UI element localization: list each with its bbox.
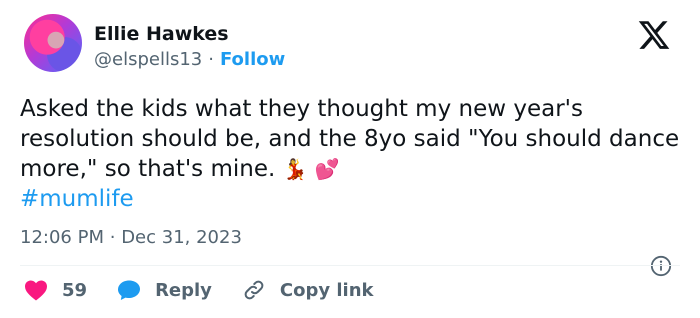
dancer-emoji: 💃 <box>282 157 308 181</box>
tweet-date: Dec 31, 2023 <box>121 227 242 248</box>
copy-link-button[interactable]: Copy link <box>242 278 374 302</box>
reply-bubble-icon <box>118 280 141 300</box>
heart-icon <box>25 280 47 301</box>
hearts-emoji: 💕 <box>314 157 340 181</box>
copy-link-label: Copy link <box>279 279 374 301</box>
author-handle[interactable]: @elspells13 <box>94 48 202 72</box>
follow-button[interactable]: Follow <box>220 48 285 72</box>
handle-separator: · <box>208 49 214 70</box>
x-logo-icon[interactable] <box>634 18 674 52</box>
tweet-timestamp[interactable]: 12:06 PM · Dec 31, 2023 <box>20 226 242 250</box>
link-icon <box>244 280 264 300</box>
timestamp-separator: · <box>109 227 116 248</box>
author-handle-row: @elspells13 · Follow <box>94 48 285 72</box>
divider <box>20 265 680 266</box>
tweet-text: Asked the kids what they thought my new … <box>20 96 680 182</box>
action-bar: 59 Reply Copy link <box>24 278 404 302</box>
like-button[interactable]: 59 <box>24 279 87 301</box>
tweet-time: 12:06 PM <box>20 227 104 248</box>
like-count: 59 <box>62 279 88 301</box>
hashtag-link[interactable]: #mumlife <box>20 184 134 214</box>
reply-label: Reply <box>155 279 212 301</box>
info-icon[interactable] <box>650 255 672 277</box>
avatar[interactable] <box>24 14 82 72</box>
tweet-body: Asked the kids what they thought my new … <box>20 94 685 214</box>
reply-button[interactable]: Reply <box>117 279 212 301</box>
author-name[interactable]: Ellie Hawkes <box>94 22 229 46</box>
